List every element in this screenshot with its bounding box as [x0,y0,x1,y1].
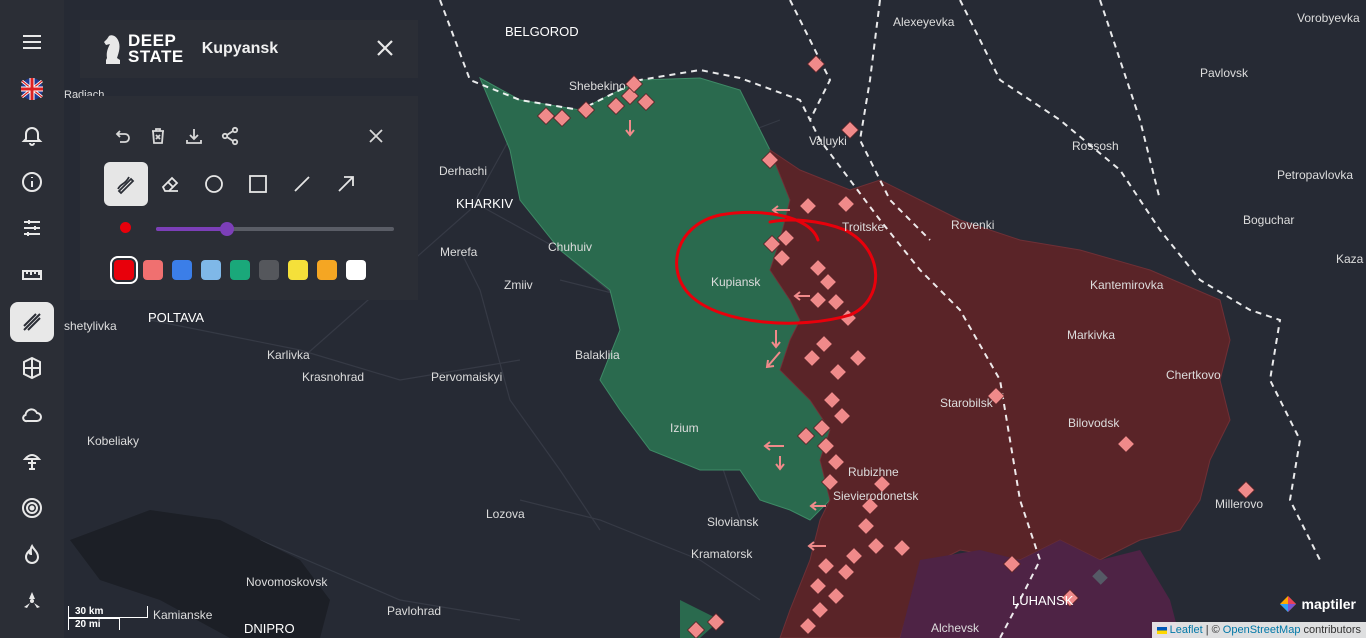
color-swatch[interactable] [230,260,250,280]
eraser-icon[interactable] [148,162,192,206]
color-swatch[interactable] [288,260,308,280]
attribution-contributors: contributors [1303,624,1361,636]
color-swatch[interactable] [346,260,366,280]
osm-link[interactable]: OpenStreetMap [1223,624,1301,636]
bell-icon[interactable] [10,115,54,155]
download-icon[interactable] [176,118,212,154]
rectangle-icon[interactable] [236,162,280,206]
sliders-icon[interactable] [10,208,54,248]
color-swatch[interactable] [201,260,221,280]
target-icon[interactable] [10,488,54,528]
circle-icon[interactable] [192,162,236,206]
menu-icon[interactable] [10,22,54,62]
clear-icon[interactable] [140,118,176,154]
map-attribution: Leaflet | © OpenStreetMap contributors [1151,622,1366,638]
ruler-icon[interactable] [10,255,54,295]
flag-uk-icon[interactable] [10,69,54,109]
knight-icon [104,35,120,64]
color-swatch[interactable] [143,260,163,280]
logo-text-line2: STATE [128,47,184,66]
info-icon[interactable] [10,162,54,202]
drawing-actions [104,118,248,154]
map-scale: 30 km 20 mi [68,606,148,630]
pen-icon[interactable] [104,162,148,206]
header-panel: DEEP STATE Kupyansk [80,20,418,78]
radiation-icon[interactable] [10,581,54,621]
maptiler-icon [1279,596,1296,612]
left-icon-rail [0,0,64,638]
color-swatch[interactable] [110,256,138,284]
brush-size-slider-thumb[interactable] [220,222,235,236]
explosion-icon[interactable] [10,441,54,481]
maptiler-logo[interactable]: maptiler [1278,594,1356,614]
arrow-icon[interactable] [324,162,368,206]
scale-km: 30 km [68,606,148,618]
drawing-tools [104,162,368,206]
app-root: BELGOROD Shebekino Alexeyevka Vorobyevka… [0,0,1366,638]
scale-mi: 20 mi [68,618,120,630]
color-swatch[interactable] [317,260,337,280]
brush-size-slider-fill [156,227,228,231]
color-palette [110,256,375,284]
leaflet-link[interactable]: Leaflet [1170,624,1203,636]
panel-close-icon[interactable] [358,118,394,154]
color-swatch[interactable] [172,260,192,280]
attribution-separator: | © [1205,624,1220,636]
deep-state-logo: DEEP STATE [102,32,184,66]
undo-icon[interactable] [104,118,140,154]
cloud-icon[interactable] [10,395,54,435]
location-title: Kupyansk [201,40,279,57]
maptiler-text: maptiler [1301,596,1356,612]
fire-icon[interactable] [10,535,54,575]
color-swatch[interactable] [259,260,279,280]
shield-icon[interactable] [10,348,54,388]
drawing-toolbar [80,96,418,300]
brush-size-indicator [120,222,131,233]
brush-size-slider[interactable] [156,222,394,236]
line-icon[interactable] [280,162,324,206]
share-icon[interactable] [212,118,248,154]
close-icon[interactable] [374,37,396,59]
ukraine-flag-icon [1156,626,1167,634]
draw-icon[interactable] [10,301,54,342]
